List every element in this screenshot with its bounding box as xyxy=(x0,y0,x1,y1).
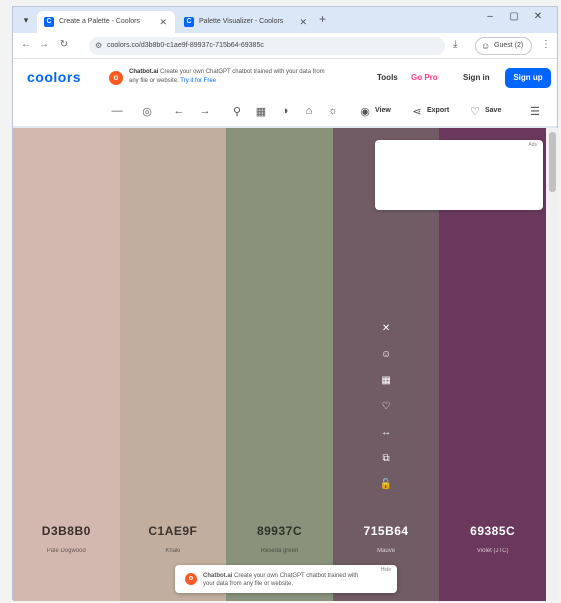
minimize-icon[interactable]: – xyxy=(479,11,501,22)
color-hex-code[interactable]: 69385C xyxy=(439,524,546,538)
color-hex-code[interactable]: C1AE9F xyxy=(120,524,227,538)
color-name: Violet (JTC) xyxy=(476,548,509,554)
ad-box[interactable]: Ads xyxy=(375,140,543,210)
palette-toolbar: — ◎ ← → ⚲ ▦ ◑ ⌂ ☼ ◉ View ⋖ Export ♡ Save… xyxy=(13,97,557,127)
chatbot-logo-icon: o xyxy=(185,573,197,585)
reload-icon[interactable]: ↻ xyxy=(57,39,71,50)
promo-text: Create your own ChatGPT chatbot trained … xyxy=(129,69,325,84)
lock-icon[interactable]: 🔓 xyxy=(378,477,394,493)
go-pro-link[interactable]: Go Pro xyxy=(411,73,438,82)
promo-cta[interactable]: Try it for Free xyxy=(180,78,216,84)
color-name: Reseda green xyxy=(260,548,299,554)
undo-icon[interactable]: ← xyxy=(171,105,187,117)
adjust-icon[interactable]: ⚲ xyxy=(229,105,245,118)
banner-title: Chatbot.ai xyxy=(203,573,233,579)
palette-color-2[interactable]: C1AE9F Khaki xyxy=(119,128,227,601)
promo-title: Chatbot.ai xyxy=(129,69,159,75)
settings-icon[interactable]: ☼ xyxy=(325,105,341,117)
scrollbar[interactable] xyxy=(546,128,559,601)
tab-palette-visualizer[interactable]: C Palette Visualizer - Coolors ✕ xyxy=(177,11,315,33)
camera-icon[interactable]: ◎ xyxy=(139,105,155,118)
tools-menu[interactable]: Tools xyxy=(377,73,398,82)
bottom-promo-banner[interactable]: o Chatbot.ai Create your own ChatGPT cha… xyxy=(175,565,397,593)
color-blindness-icon[interactable]: ◑ xyxy=(277,105,293,117)
coolors-logo[interactable]: coolors xyxy=(27,69,81,85)
download-icon[interactable]: ⤓ xyxy=(453,39,457,50)
forward-icon[interactable]: → xyxy=(37,39,51,50)
view-button[interactable]: View xyxy=(375,107,391,114)
export-button[interactable]: Export xyxy=(427,107,449,114)
share-icon[interactable]: ⋖ xyxy=(409,105,425,118)
url-field[interactable]: ⚙ coolors.co/d3b8b0-c1ae9f-89937c-715b64… xyxy=(89,37,445,55)
grid-icon[interactable]: ▦ xyxy=(378,373,394,389)
scrollbar-thumb[interactable] xyxy=(549,132,556,192)
coolors-favicon-icon: C xyxy=(44,17,54,27)
close-icon[interactable]: ✕ xyxy=(378,321,394,337)
banner-close-button[interactable]: Hide xyxy=(381,567,391,573)
banner-text: Chatbot.ai Create your own ChatGPT chatb… xyxy=(203,572,363,588)
color-name: Pale Dogwood xyxy=(46,548,86,554)
drag-icon[interactable]: ↔ xyxy=(378,425,394,441)
ad-tag: Ads xyxy=(528,142,537,148)
url-text: coolors.co/d3b8b0-c1ae9f-89937c-715b64-6… xyxy=(107,42,264,49)
quick-view-icon[interactable]: ▦ xyxy=(253,105,269,118)
redo-icon[interactable]: → xyxy=(197,105,213,117)
profile-icon: ☺ xyxy=(481,41,491,51)
sign-up-button[interactable]: Sign up xyxy=(505,68,551,88)
address-bar: ← → ↻ ⚙ coolors.co/d3b8b0-c1ae9f-89937c-… xyxy=(13,33,557,59)
hamburger-menu-icon[interactable]: ☰ xyxy=(527,105,543,118)
sign-in-link[interactable]: Sign in xyxy=(463,73,490,82)
color-name: Khaki xyxy=(165,548,181,554)
maximize-icon[interactable]: ▢ xyxy=(503,11,525,22)
profile-label: Guest (2) xyxy=(494,42,524,49)
new-tab-button[interactable]: + xyxy=(319,12,326,26)
close-tab-icon[interactable]: ✕ xyxy=(299,11,307,33)
view-icon[interactable]: ◉ xyxy=(357,105,373,118)
color-name: Mauve xyxy=(377,548,396,554)
coolors-favicon-icon: C xyxy=(184,17,194,27)
palette-color-3[interactable]: 89937C Reseda green xyxy=(226,128,333,601)
profile-button[interactable]: ☺ Guest (2) xyxy=(475,37,533,55)
site-info-icon[interactable]: ⚙ xyxy=(95,37,102,55)
browser-menu-icon[interactable]: ⋮ xyxy=(541,39,551,50)
contrast-icon[interactable]: ☺ xyxy=(378,347,394,363)
site-header: coolors o Chatbot.ai Create your own Cha… xyxy=(13,59,557,97)
browser-window: ▾ C Create a Palette - Coolors ✕ C Palet… xyxy=(12,6,559,601)
chatbot-logo-icon: o xyxy=(109,71,123,85)
back-icon[interactable]: ← xyxy=(19,39,33,50)
color-hex-code[interactable]: 715B64 xyxy=(333,524,440,538)
color-tools: ✕ ☺ ▦ ♡ ↔ ⧉ 🔓 xyxy=(333,321,440,503)
save-button[interactable]: Save xyxy=(485,107,501,114)
toolbar-hint-icon: — xyxy=(111,105,123,117)
tab-create-palette[interactable]: C Create a Palette - Coolors ✕ xyxy=(37,11,175,33)
tab-strip: ▾ C Create a Palette - Coolors ✕ C Palet… xyxy=(13,7,557,33)
heart-icon[interactable]: ♡ xyxy=(467,105,483,118)
close-window-icon[interactable]: ✕ xyxy=(527,11,549,22)
copy-icon[interactable]: ⧉ xyxy=(378,451,394,467)
tab-title: Create a Palette - Coolors xyxy=(59,18,140,25)
close-tab-icon[interactable]: ✕ xyxy=(159,11,167,33)
tab-title: Palette Visualizer - Coolors xyxy=(199,18,284,25)
heart-icon[interactable]: ♡ xyxy=(378,399,394,415)
color-hex-code[interactable]: 89937C xyxy=(226,524,333,538)
tab-search-icon[interactable]: ▾ xyxy=(19,13,33,27)
image-export-icon[interactable]: ⌂ xyxy=(301,105,317,117)
palette-color-1[interactable]: D3B8B0 Pale Dogwood xyxy=(13,128,120,601)
color-hex-code[interactable]: D3B8B0 xyxy=(13,524,120,538)
header-promo[interactable]: Chatbot.ai Create your own ChatGPT chatb… xyxy=(129,68,329,86)
